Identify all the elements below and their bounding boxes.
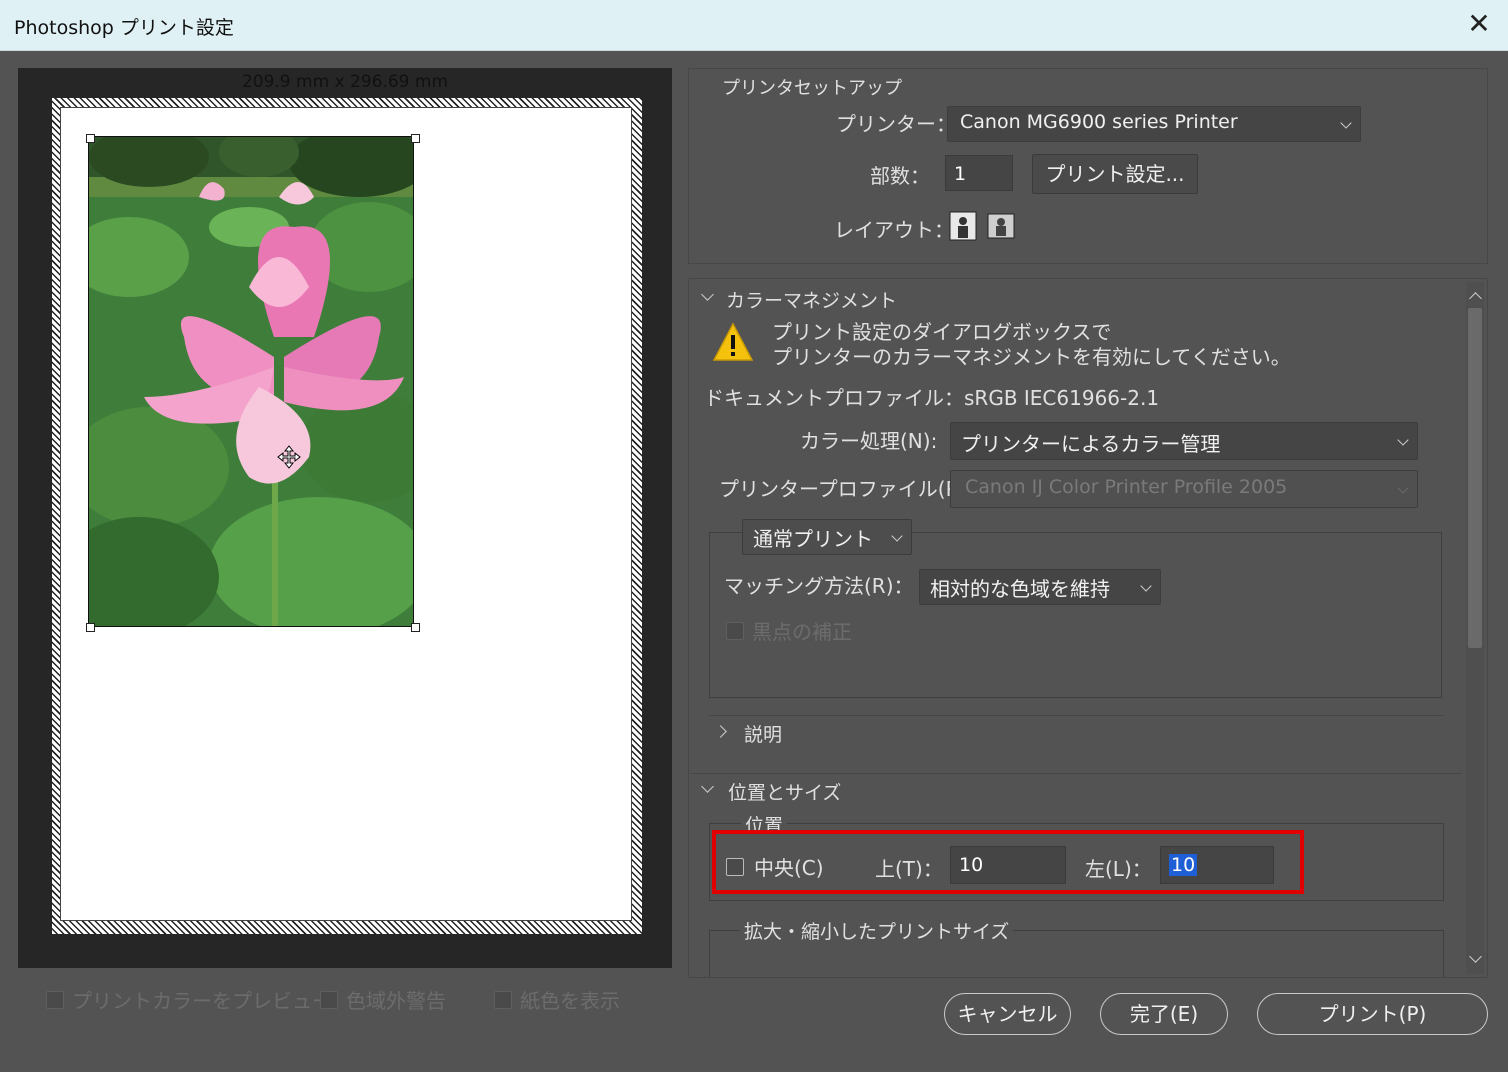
scroll-up-icon[interactable]: [1469, 292, 1482, 305]
document-profile: ドキュメントプロファイル：sRGB IEC61966-2.1: [704, 386, 1160, 410]
print-button[interactable]: プリント(P): [1257, 993, 1488, 1035]
print-mode-select[interactable]: 通常プリント: [742, 519, 912, 555]
scrollbar[interactable]: [1466, 282, 1484, 974]
chevron-down-icon: [1397, 482, 1409, 494]
preview-color-option: プリントカラーをプレビュー: [46, 985, 332, 1014]
paper-color-option: 紙色を表示: [494, 985, 620, 1014]
scroll-down-icon[interactable]: [1469, 950, 1482, 963]
paper-size-label: 209.9 mm x 296.69 mm: [241, 72, 449, 92]
preview-color-label: プリントカラーをプレビュー: [72, 989, 332, 1013]
printer-select[interactable]: Canon MG6900 series Printer: [947, 106, 1361, 142]
copies-input[interactable]: 1: [945, 155, 1013, 191]
preview-color-checkbox[interactable]: [46, 990, 64, 1009]
move-cursor-icon: [277, 445, 301, 469]
close-icon[interactable]: ✕: [1464, 8, 1494, 40]
done-button[interactable]: 完了(E): [1100, 993, 1228, 1035]
printer-setup-title: プリンタセットアップ: [722, 78, 902, 99]
color-handling-select[interactable]: プリンターによるカラー管理: [950, 422, 1418, 460]
warning-icon: [712, 322, 754, 361]
chevron-down-icon: [1340, 117, 1352, 129]
highlight-box: [712, 830, 1304, 894]
image-preview[interactable]: [88, 136, 414, 627]
chevron-down-icon: [891, 530, 903, 542]
color-handling-label: カラー処理(N):: [800, 429, 938, 453]
chevron-down-icon: [1397, 434, 1409, 446]
black-point-option: 黒点の補正: [726, 616, 852, 645]
color-management-title[interactable]: カラーマネジメント: [726, 286, 897, 313]
description-title[interactable]: 説明: [744, 720, 782, 747]
printer-select-value: Canon MG6900 series Printer: [960, 111, 1238, 133]
rendering-select[interactable]: 相対的な色域を維持: [919, 569, 1161, 605]
gamut-warning-option: 色域外警告: [320, 985, 446, 1014]
warning-line-2: プリンターのカラーマネジメントを有効にしてください。: [772, 345, 1291, 369]
resize-handle[interactable]: [86, 623, 95, 632]
printer-label: プリンター：: [836, 112, 956, 136]
divider: [690, 773, 1462, 774]
title-bar: Photoshop プリント設定 ✕: [0, 0, 1508, 51]
portrait-layout-icon[interactable]: [949, 211, 977, 241]
gamut-warning-checkbox[interactable]: [320, 990, 338, 1009]
landscape-layout-icon[interactable]: [987, 213, 1015, 239]
printer-profile-value: Canon IJ Color Printer Profile 2005: [965, 476, 1288, 498]
rendering-value: 相対的な色域を維持: [930, 577, 1110, 601]
scrollbar-thumb[interactable]: [1468, 308, 1482, 648]
resize-handle[interactable]: [411, 134, 420, 143]
black-point-checkbox[interactable]: [726, 621, 744, 640]
chevron-down-icon: [1140, 580, 1152, 592]
rendering-label: マッチング方法(R)：: [724, 574, 914, 598]
paper-color-checkbox[interactable]: [494, 990, 512, 1009]
cancel-button[interactable]: キャンセル: [944, 993, 1071, 1035]
resize-handle[interactable]: [86, 134, 95, 143]
lotus-photo: [89, 137, 413, 626]
print-mode-value: 通常プリント: [753, 527, 873, 551]
color-handling-value: プリンターによるカラー管理: [961, 432, 1221, 456]
paper-color-label: 紙色を表示: [520, 989, 620, 1013]
copies-label: 部数：: [870, 164, 930, 188]
window-title: Photoshop プリント設定: [14, 17, 234, 39]
position-size-title[interactable]: 位置とサイズ: [728, 778, 841, 805]
black-point-label: 黒点の補正: [752, 620, 852, 644]
scaled-size-title: 拡大・縮小したプリントサイズ: [740, 917, 1014, 944]
print-mode-group: [709, 532, 1442, 698]
gamut-warning-label: 色域外警告: [346, 989, 446, 1013]
print-settings-button[interactable]: プリント設定...: [1032, 154, 1198, 194]
resize-handle[interactable]: [411, 623, 420, 632]
divider: [709, 715, 1444, 716]
printer-profile-select[interactable]: Canon IJ Color Printer Profile 2005: [950, 470, 1418, 508]
printer-profile-label: プリンタープロファイル(P)：: [719, 477, 986, 501]
layout-label: レイアウト：: [834, 218, 954, 242]
